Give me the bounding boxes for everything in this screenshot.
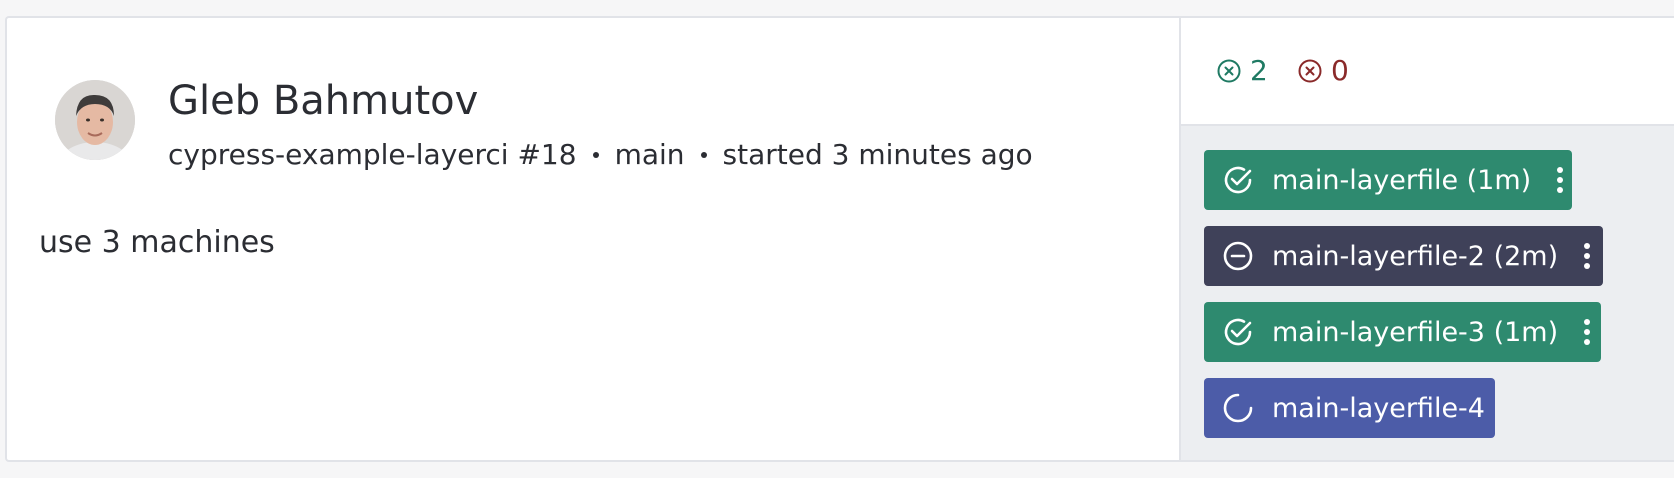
group-label: main-layerfile-4 bbox=[1272, 392, 1485, 424]
check-circle-icon bbox=[1220, 162, 1256, 198]
circle-x-icon bbox=[1217, 59, 1241, 83]
circle-x-icon bbox=[1298, 59, 1322, 83]
group-label: main-layerfile-3 (1m) bbox=[1272, 316, 1559, 348]
more-options-icon[interactable] bbox=[1555, 165, 1565, 195]
separator-dot bbox=[700, 152, 707, 158]
minus-circle-icon bbox=[1220, 238, 1256, 274]
group-label: main-layerfile (1m) bbox=[1272, 164, 1532, 196]
project-run-link[interactable]: cypress-example-layerci #18 bbox=[168, 137, 577, 173]
failed-count[interactable]: 0 bbox=[1297, 54, 1349, 88]
run-meta: cypress-example-layerci #18 main started… bbox=[168, 137, 1033, 173]
author-name: Gleb Bahmutov bbox=[168, 78, 479, 124]
more-options-icon[interactable] bbox=[1582, 317, 1592, 347]
status-counts: 2 0 bbox=[1181, 18, 1674, 126]
separator-dot bbox=[592, 152, 599, 158]
avatar-image bbox=[55, 80, 135, 160]
group-item[interactable]: main-layerfile (1m) bbox=[1204, 150, 1572, 210]
spinner-icon bbox=[1220, 390, 1256, 426]
passed-count-value: 2 bbox=[1250, 54, 1268, 87]
passed-count[interactable]: 2 bbox=[1216, 54, 1268, 88]
more-options-icon[interactable] bbox=[1582, 241, 1592, 271]
group-item[interactable]: main-layerfile-3 (1m) bbox=[1204, 302, 1601, 362]
group-list: main-layerfile (1m) main-layerfile-2 (2m… bbox=[1181, 126, 1674, 460]
group-item[interactable]: main-layerfile-2 (2m) bbox=[1204, 226, 1603, 286]
started-time: started 3 minutes ago bbox=[722, 138, 1033, 171]
avatar bbox=[55, 80, 135, 160]
failed-count-value: 0 bbox=[1331, 54, 1349, 87]
run-card[interactable]: Gleb Bahmutov cypress-example-layerci #1… bbox=[5, 16, 1674, 462]
check-circle-icon bbox=[1220, 314, 1256, 350]
branch-name[interactable]: main bbox=[615, 137, 685, 173]
commit-message: use 3 machines bbox=[39, 225, 275, 260]
run-groups-panel: 2 0 main-layerfile (1m) main-layerfile-2… bbox=[1179, 18, 1674, 460]
run-summary: Gleb Bahmutov cypress-example-layerci #1… bbox=[7, 18, 1179, 460]
group-label: main-layerfile-2 (2m) bbox=[1272, 240, 1559, 272]
group-item[interactable]: main-layerfile-4 bbox=[1204, 378, 1495, 438]
